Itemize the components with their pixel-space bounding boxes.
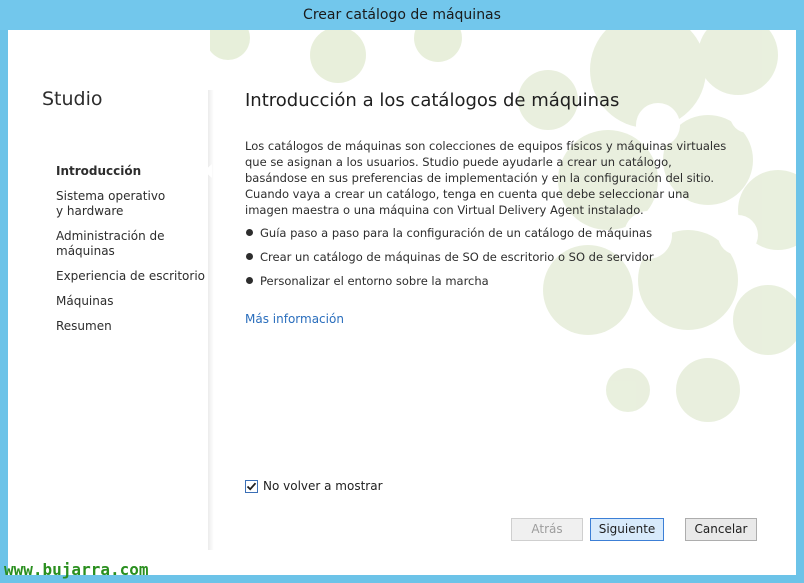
wizard-window: Studio Introducción Sistema operativo y … [8,30,796,575]
sidebar-divider [208,90,214,550]
wizard-steps-nav: Introducción Sistema operativo y hardwar… [56,164,206,344]
bullet-icon [246,253,253,260]
checkmark-icon [246,482,257,491]
more-info-link[interactable]: Más información [245,312,344,326]
app-name: Studio [42,88,103,110]
page-title: Introducción a los catálogos de máquinas [245,90,620,111]
window-title: Crear catálogo de máquinas [303,7,501,23]
dont-show-again-checkbox[interactable] [245,479,258,493]
watermark: www.bujarra.com [4,560,149,579]
step-sistema-operativo[interactable]: Sistema operativo y hardware [56,189,166,219]
list-item: Guía paso a paso para la configuración d… [245,225,745,241]
step-introduccion[interactable]: Introducción [56,164,206,179]
step-maquinas[interactable]: Máquinas [56,294,206,309]
bullet-icon [246,229,253,236]
main-panel: Introducción a los catálogos de máquinas… [245,30,765,575]
intro-description: Los catálogos de máquinas son coleccione… [245,139,727,217]
step-administracion-maquinas[interactable]: Administración de máquinas [56,229,166,259]
step-experiencia-escritorio[interactable]: Experiencia de escritorio [56,269,206,284]
cancel-button[interactable]: Cancelar [685,518,757,541]
step-resumen[interactable]: Resumen [56,319,206,334]
list-item: Crear un catálogo de máquinas de SO de e… [245,249,745,265]
next-button[interactable]: Siguiente [590,518,664,541]
back-button[interactable]: Atrás [511,518,583,541]
sidebar: Studio Introducción Sistema operativo y … [8,30,210,575]
active-step-pointer [204,164,212,178]
window-titlebar: Crear catálogo de máquinas [0,0,804,30]
feature-list: Guía paso a paso para la configuración d… [245,225,745,297]
dont-show-again-row: No volver a mostrar [245,479,383,493]
dont-show-again-label: No volver a mostrar [263,479,383,493]
bullet-icon [246,277,253,284]
list-item: Personalizar el entorno sobre la marcha [245,273,745,289]
